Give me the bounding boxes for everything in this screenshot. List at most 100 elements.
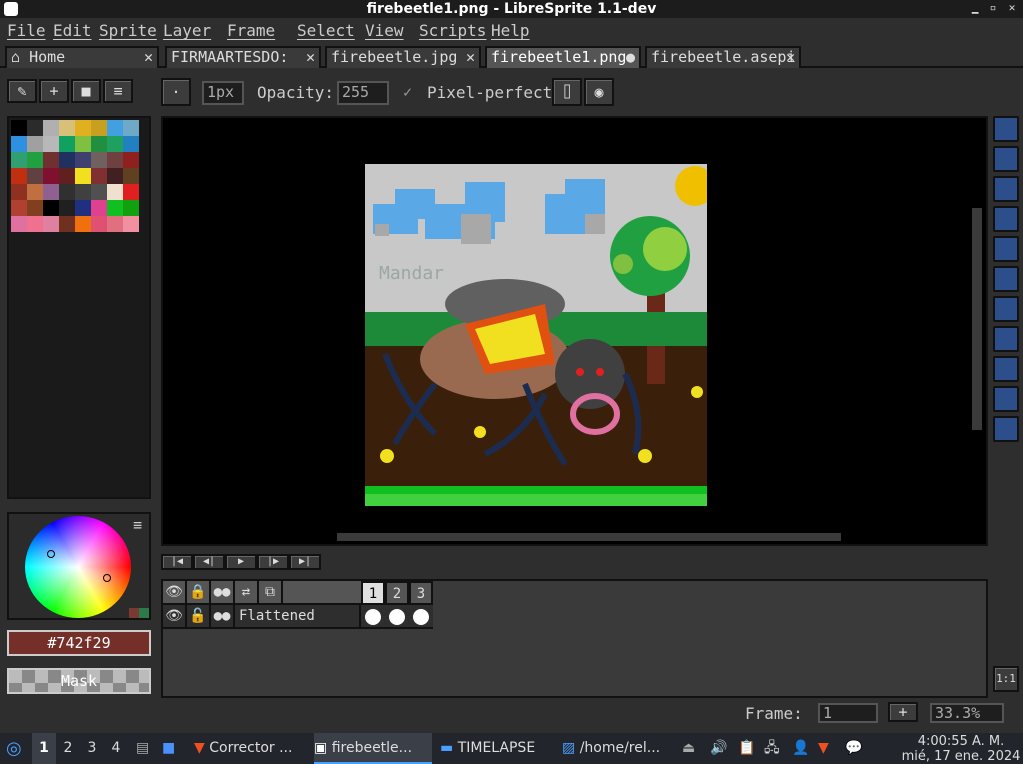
tab-firebeetle1-png[interactable]: firebeetle1.png ● [485,46,641,68]
close-tab-icon[interactable]: ✕ [786,48,795,67]
add-frame-button[interactable]: + [888,702,918,722]
palette-swatch[interactable] [75,120,91,136]
palette-swatch[interactable] [123,136,139,152]
palette-swatch[interactable] [59,184,75,200]
brave-tray-icon[interactable]: ▼ [818,733,838,764]
continuous-header-icon[interactable]: ●● [211,581,235,603]
prev-frame-button[interactable]: ◀| [193,554,225,570]
palette-swatch[interactable] [59,216,75,232]
symmetry-button[interactable]: ⌷ [552,78,582,106]
palette-swatch[interactable] [27,168,43,184]
sprite-canvas[interactable]: Mandar [365,164,707,506]
palette-swatch[interactable] [123,120,139,136]
palette-swatch[interactable] [75,152,91,168]
fg-swatch[interactable] [129,608,139,618]
tab-home[interactable]: ⌂ Home ✕ [5,46,159,68]
cel-1[interactable] [365,609,381,625]
horizontal-scrollbar[interactable] [337,533,841,541]
lock-header-icon[interactable]: 🔒 [187,581,211,603]
file-manager-icon[interactable]: ▤ [136,733,156,764]
palette-swatch[interactable] [27,136,43,152]
last-frame-button[interactable]: ▶| [289,554,321,570]
palette-swatch[interactable] [107,120,123,136]
palette-swatch[interactable] [11,168,27,184]
palette-swatch[interactable] [43,120,59,136]
palette-swatch[interactable] [107,200,123,216]
palette-swatch[interactable] [43,184,59,200]
menu-scripts[interactable]: Scripts [419,21,486,41]
task-corrector[interactable]: ▼ Corrector ... [194,733,314,764]
palette-swatch[interactable] [75,136,91,152]
frame-field[interactable]: 1 [818,703,878,723]
onion-skin-button[interactable]: ◉ [584,78,614,106]
palette-swatch[interactable] [27,184,43,200]
palette-add-button[interactable]: + [39,79,69,103]
ellipse-tool-icon[interactable] [993,356,1019,382]
frame-header-2[interactable]: 2 [385,581,409,605]
close-icon[interactable]: ✕ [1005,1,1019,15]
palette-grid[interactable] [11,120,147,240]
palette-swatch[interactable] [107,136,123,152]
palette-swatch[interactable] [11,120,27,136]
tab-firebeetle-asep[interactable]: firebeetle.asepi ✕ [645,46,801,68]
workspace-4[interactable]: 4 [104,733,128,764]
brush-type-button[interactable]: · [161,78,191,106]
frame-header-3[interactable]: 3 [409,581,433,605]
palette-save-button[interactable]: ■ [71,79,101,103]
palette-swatch[interactable] [43,168,59,184]
layer-row[interactable]: 👁 🔓 ●● Flattened [163,605,433,629]
color-wheel[interactable] [25,516,131,618]
mask-color-field[interactable]: Mask [7,668,151,694]
line-tool-icon[interactable] [993,326,1019,352]
palette-swatch[interactable] [91,168,107,184]
palette-swatch[interactable] [43,152,59,168]
blur-tool-icon[interactable] [993,416,1019,442]
palette-edit-button[interactable]: ✎ [7,79,37,103]
fill-tool-icon[interactable] [993,296,1019,322]
palette-swatch[interactable] [11,200,27,216]
user-icon[interactable]: 👤 [792,733,812,764]
palette-swatch[interactable] [91,200,107,216]
palette-swatch[interactable] [11,216,27,232]
palette-swatch[interactable] [43,136,59,152]
modified-dot-icon[interactable]: ● [626,48,635,67]
menu-edit[interactable]: Edit [53,21,92,41]
menu-sprite[interactable]: Sprite [99,21,157,41]
palette-swatch[interactable] [59,200,75,216]
one-to-one-button[interactable]: 1:1 [993,666,1019,692]
palette-swatch[interactable] [107,216,123,232]
palette-swatch[interactable] [27,200,43,216]
color-marker[interactable] [47,550,55,558]
desktop-icon[interactable]: ■ [162,733,182,764]
notification-icon[interactable]: 💬 [845,733,865,764]
palette-swatch[interactable] [75,168,91,184]
eyedropper-tool-icon[interactable] [993,206,1019,232]
pixel-perfect-checkbox[interactable]: ✓ [403,83,412,101]
palette-swatch[interactable] [27,120,43,136]
visibility-header-icon[interactable]: 👁 [163,581,187,603]
marquee-tool-icon[interactable] [993,116,1019,142]
palette-swatch[interactable] [123,216,139,232]
palette-swatch[interactable] [123,168,139,184]
palette-swatch[interactable] [107,168,123,184]
task-timelapse[interactable]: ▬ TIMELAPSE [440,733,552,764]
palette-swatch[interactable] [43,200,59,216]
menu-frame[interactable]: Frame [227,21,275,41]
vertical-scrollbar[interactable] [972,208,982,430]
tab-firmaartesdo[interactable]: FIRMAARTESDO: ✕ [165,46,321,68]
palette-swatch[interactable] [123,152,139,168]
opacity-field[interactable]: 255 [337,81,389,105]
link-cels-header-icon[interactable]: ⧉ [259,581,283,603]
pencil-tool-icon[interactable] [993,146,1019,172]
brush-size-field[interactable]: 1px [202,81,244,105]
maximize-icon[interactable]: ▫ [986,1,1000,15]
palette-swatch[interactable] [27,152,43,168]
continuous-icon[interactable]: ●● [211,605,235,627]
network-icon[interactable]: 🖧 [764,733,784,764]
cel-2[interactable] [389,609,405,625]
close-tab-icon[interactable]: ✕ [306,48,315,67]
color-marker[interactable] [103,574,111,582]
palette-swatch[interactable] [11,184,27,200]
palette-swatch[interactable] [11,136,27,152]
palette-swatch[interactable] [75,216,91,232]
